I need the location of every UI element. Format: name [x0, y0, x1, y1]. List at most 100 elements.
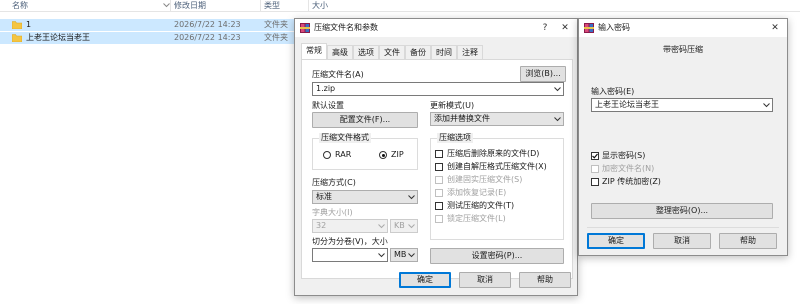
encrypt-names-checkbox[interactable] [591, 165, 599, 173]
option-label: 添加恢复记录(E) [447, 188, 507, 197]
option-checkbox[interactable] [435, 189, 443, 197]
browse-button[interactable]: 浏览(B)... [520, 66, 566, 82]
cancel-button[interactable]: 取消 [653, 233, 711, 249]
general-tab-panel: 压缩文件名(A) 浏览(B)... 1.zip 默认设置 配置文件(F)... … [301, 59, 573, 279]
option-label: 压缩后删除原来的文件(D) [447, 149, 540, 158]
explorer-column-header: 名称 修改日期 类型 大小 [0, 0, 800, 12]
method-label: 压缩方式(C) [312, 178, 356, 187]
format-zip-label: ZIP [391, 150, 404, 159]
file-row[interactable]: 上老王论坛当老王 2026/7/22 14:23 文件夹 [0, 32, 296, 44]
radio-zip[interactable] [379, 151, 387, 159]
file-date: 2026/7/22 14:23 [174, 33, 241, 42]
split-label: 切分为分卷(V)，大小 [312, 237, 388, 246]
cancel-button[interactable]: 取消 [459, 272, 511, 288]
password-value: 上老王论坛当老王 [595, 100, 659, 109]
winrar-icon [584, 23, 594, 33]
option-checkbox[interactable] [435, 150, 443, 158]
archive-name-label: 压缩文件名(A) [312, 70, 364, 79]
archive-name-field[interactable]: 1.zip [312, 82, 564, 96]
password-heading: 带密码压缩 [663, 45, 703, 54]
chevron-down-icon [408, 224, 415, 229]
file-date: 2026/7/22 14:23 [174, 20, 241, 29]
close-icon[interactable]: ✕ [765, 19, 785, 37]
update-mode-value: 添加并替换文件 [434, 114, 490, 123]
help-button[interactable]: 帮助 [519, 272, 571, 288]
format-group-title: 压缩文件格式 [319, 133, 371, 143]
archive-name-value: 1.zip [316, 84, 336, 93]
tab-general[interactable]: 常规 [301, 43, 327, 59]
password-dialog: 输入密码 ✕ 带密码压缩 输入密码(E) 上老王论坛当老王 显示密码(S) 加密… [578, 18, 788, 256]
column-name[interactable]: 名称 [12, 0, 28, 12]
file-name: 上老王论坛当老王 [26, 33, 90, 42]
archive-dialog-title: 压缩文件名和参数 [314, 23, 378, 32]
folder-icon [11, 34, 23, 43]
option-label: 测试压缩的文件(T) [447, 201, 515, 210]
option-checkbox[interactable] [435, 163, 443, 171]
tab-options[interactable]: 选项 [353, 45, 379, 59]
tab-comment[interactable]: 注释 [457, 45, 483, 59]
option-checkbox[interactable] [435, 176, 443, 184]
dict-label: 字典大小(I) [312, 208, 353, 217]
dict-unit-select[interactable]: KB [390, 219, 418, 233]
tab-files[interactable]: 文件 [379, 45, 405, 59]
dict-unit-value: KB [394, 221, 405, 230]
profiles-button[interactable]: 配置文件(F)... [312, 112, 418, 128]
archive-params-dialog: 压缩文件名和参数 ? ✕ 常规 高级 选项 文件 备份 时间 注释 压缩文件名(… [294, 18, 578, 296]
show-password-label: 显示密码(S) [602, 151, 646, 160]
password-dialog-titlebar[interactable]: 输入密码 ✕ [579, 19, 787, 37]
archive-dialog-titlebar[interactable]: 压缩文件名和参数 ? ✕ [295, 19, 577, 37]
format-rar-label: RAR [335, 150, 352, 159]
options-group-title: 压缩选项 [437, 133, 473, 143]
option-label: 创建自解压格式压缩文件(X) [447, 162, 547, 171]
folder-icon [11, 21, 23, 30]
zip-legacy-checkbox[interactable] [591, 178, 599, 186]
sort-chevron-icon [162, 0, 170, 12]
option-label: 锁定压缩文件(L) [447, 214, 506, 223]
winrar-icon [300, 23, 310, 33]
chevron-down-icon [408, 253, 415, 258]
file-row[interactable]: 1 2026/7/22 14:23 文件夹 [0, 19, 296, 31]
options-groupbox: 压缩选项 压缩后删除原来的文件(D) 创建自解压格式压缩文件(X) 创建固实压缩… [430, 133, 564, 240]
dict-size-select[interactable]: 32 [312, 219, 388, 233]
radio-rar[interactable] [323, 151, 331, 159]
default-settings-label: 默认设置 [312, 101, 344, 110]
password-field[interactable]: 上老王论坛当老王 [591, 98, 773, 112]
chevron-down-icon [554, 87, 561, 92]
chevron-down-icon [554, 117, 561, 122]
file-type: 文件夹 [264, 20, 288, 29]
format-groupbox: 压缩文件格式 RAR ZIP [312, 133, 418, 170]
password-label: 输入密码(E) [591, 87, 635, 96]
split-size-field[interactable] [312, 248, 388, 262]
chevron-down-icon [378, 253, 385, 258]
zip-legacy-label: ZIP 传统加密(Z) [602, 177, 661, 186]
chevron-down-icon [378, 224, 385, 229]
tab-time[interactable]: 时间 [431, 45, 457, 59]
ok-button[interactable]: 确定 [587, 233, 645, 249]
column-size[interactable]: 大小 [312, 0, 328, 12]
chevron-down-icon [763, 103, 770, 108]
tab-backup[interactable]: 备份 [405, 45, 431, 59]
option-checkbox[interactable] [435, 202, 443, 210]
chevron-down-icon [408, 195, 415, 200]
column-date[interactable]: 修改日期 [174, 0, 206, 12]
set-password-button[interactable]: 设置密码(P)... [430, 248, 564, 264]
column-type[interactable]: 类型 [264, 0, 280, 12]
method-value: 标准 [316, 192, 332, 201]
help-icon[interactable]: ? [535, 19, 555, 37]
tab-advanced[interactable]: 高级 [327, 45, 353, 59]
split-unit-value: MB [394, 250, 407, 259]
option-label: 创建固实压缩文件(S) [447, 175, 523, 184]
split-unit-select[interactable]: MB [390, 248, 418, 262]
dict-size-value: 32 [316, 221, 327, 230]
file-type: 文件夹 [264, 33, 288, 42]
update-mode-label: 更新模式(U) [430, 101, 475, 110]
file-name: 1 [26, 20, 32, 29]
option-checkbox[interactable] [435, 215, 443, 223]
close-icon[interactable]: ✕ [555, 19, 575, 37]
show-password-checkbox[interactable] [591, 152, 599, 160]
update-mode-select[interactable]: 添加并替换文件 [430, 112, 564, 126]
ok-button[interactable]: 确定 [399, 272, 451, 288]
organize-passwords-button[interactable]: 整理密码(O)... [591, 203, 773, 219]
help-button[interactable]: 帮助 [719, 233, 777, 249]
method-select[interactable]: 标准 [312, 190, 418, 204]
